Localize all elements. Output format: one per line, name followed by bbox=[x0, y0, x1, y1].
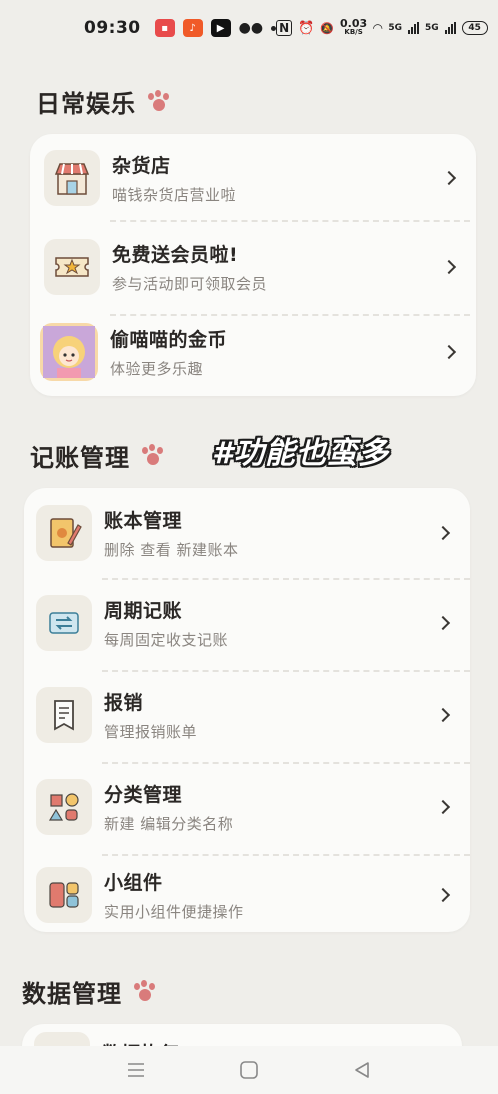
alarm-icon: ⏰ bbox=[298, 20, 315, 36]
video-app-icon: ▶ bbox=[210, 19, 231, 37]
divider bbox=[102, 670, 470, 672]
character-avatar-icon bbox=[40, 323, 98, 381]
item-subtitle: 喵钱杂货店营业啦 bbox=[112, 186, 237, 204]
system-nav-bar bbox=[0, 1046, 498, 1094]
signal-icon-1 bbox=[408, 22, 420, 34]
chevron-right-icon bbox=[435, 799, 451, 815]
list-item-ledger[interactable]: 账本管理 删除 查看 新建账本 bbox=[24, 502, 470, 564]
list-item-free-membership[interactable]: 免费送会员啦! 参与活动即可领取会员 bbox=[30, 236, 476, 298]
list-item-category[interactable]: 分类管理 新建 编辑分类名称 bbox=[24, 776, 470, 838]
chevron-right-icon bbox=[435, 707, 451, 723]
item-subtitle: 参与活动即可领取会员 bbox=[112, 275, 268, 293]
paw-icon bbox=[140, 443, 166, 468]
divider bbox=[102, 578, 470, 580]
item-title: 免费送会员啦! bbox=[112, 244, 239, 266]
reimburse-icon bbox=[36, 687, 92, 743]
item-title: 小组件 bbox=[104, 872, 163, 894]
chevron-right-icon bbox=[441, 170, 457, 186]
divider bbox=[102, 854, 470, 856]
nfc-icon: N bbox=[276, 20, 293, 36]
section-title-accounting: 记账管理 bbox=[30, 438, 166, 473]
paw-icon bbox=[146, 89, 172, 114]
section-title-text: 数据管理 bbox=[22, 980, 122, 1008]
back-button[interactable] bbox=[342, 1050, 382, 1090]
list-item-reimburse[interactable]: 报销 管理报销账单 bbox=[24, 684, 470, 746]
cycle-icon bbox=[36, 595, 92, 651]
notification-icons: ▪ ♪ ▶ ●● bbox=[154, 19, 277, 37]
divider bbox=[110, 220, 470, 222]
item-title: 报销 bbox=[104, 692, 144, 714]
net-speed-unit: KB/S bbox=[344, 28, 363, 36]
divider bbox=[110, 314, 470, 316]
ledger-icon bbox=[36, 505, 92, 561]
shop-icon bbox=[44, 150, 100, 206]
item-title: 账本管理 bbox=[104, 510, 183, 532]
network-type-2: 5G bbox=[425, 23, 439, 33]
section-title-entertainment: 日常娱乐 bbox=[36, 84, 172, 119]
network-type-1: 5G bbox=[388, 23, 403, 33]
list-item-steal-coins[interactable]: 偷喵喵的金币 体验更多乐趣 bbox=[30, 322, 476, 382]
list-item-recurring[interactable]: 周期记账 每周固定收支记账 bbox=[24, 592, 470, 654]
chevron-right-icon bbox=[435, 525, 451, 541]
chevron-right-icon bbox=[441, 259, 457, 275]
item-subtitle: 体验更多乐趣 bbox=[110, 360, 204, 378]
net-speed: 0.03 KB/S bbox=[340, 17, 368, 37]
back-icon bbox=[354, 1062, 369, 1078]
item-subtitle: 新建 编辑分类名称 bbox=[104, 815, 234, 833]
item-title: 偷喵喵的金币 bbox=[110, 329, 228, 351]
music-app-icon: ♪ bbox=[182, 19, 203, 37]
item-title: 周期记账 bbox=[104, 600, 183, 622]
chevron-right-icon bbox=[441, 344, 457, 360]
entertainment-card: 杂货店 喵钱杂货店营业啦 免费送会员啦! 参与活动即可领取会员 偷喵喵的金币 体… bbox=[30, 134, 476, 396]
wifi-icon: ◠ bbox=[373, 21, 383, 35]
home-button[interactable] bbox=[229, 1050, 269, 1090]
divider bbox=[102, 762, 470, 764]
section-title-data: 数据管理 bbox=[22, 974, 158, 1009]
signal-icon-2 bbox=[444, 22, 456, 34]
menu-icon bbox=[128, 1063, 145, 1077]
chevron-right-icon bbox=[435, 615, 451, 631]
ticket-icon bbox=[44, 239, 100, 295]
mute-icon: 🔕 bbox=[320, 21, 334, 35]
item-subtitle: 管理报销账单 bbox=[104, 723, 198, 741]
net-speed-value: 0.03 bbox=[340, 17, 368, 30]
item-subtitle: 每周固定收支记账 bbox=[104, 631, 229, 649]
item-subtitle: 实用小组件便捷操作 bbox=[104, 903, 244, 921]
section-title-text: 日常娱乐 bbox=[36, 90, 136, 118]
app-notification-icon: ▪ bbox=[154, 19, 175, 37]
item-subtitle: 删除 查看 新建账本 bbox=[104, 541, 239, 559]
item-title: 分类管理 bbox=[104, 784, 183, 806]
system-indicators: N ⏰ 🔕 0.03 KB/S ◠ 5G 5G 45 bbox=[276, 17, 488, 37]
widget-icon bbox=[36, 867, 92, 923]
status-bar: 09:30 ▪ ♪ ▶ ●● N ⏰ 🔕 0.03 KB/S ◠ 5G 5G 4… bbox=[0, 0, 498, 56]
overlay-caption: #功能也蛮多 bbox=[212, 436, 389, 471]
page: 09:30 ▪ ♪ ▶ ●● N ⏰ 🔕 0.03 KB/S ◠ 5G 5G 4… bbox=[0, 0, 498, 1094]
status-time: 09:30 bbox=[84, 18, 141, 38]
list-item-widget[interactable]: 小组件 实用小组件便捷操作 bbox=[24, 864, 470, 926]
accounting-card: 账本管理 删除 查看 新建账本 周期记账 每周固定收支记账 报销 管理报销账单 … bbox=[24, 488, 470, 932]
menu-button[interactable] bbox=[116, 1050, 156, 1090]
home-icon bbox=[240, 1061, 258, 1079]
battery-icon: 45 bbox=[461, 21, 488, 35]
list-item-shop[interactable]: 杂货店 喵钱杂货店营业啦 bbox=[30, 148, 476, 208]
wechat-icon: ●● bbox=[238, 20, 264, 36]
category-icon bbox=[36, 779, 92, 835]
chevron-right-icon bbox=[435, 887, 451, 903]
paw-icon bbox=[132, 979, 158, 1004]
item-title: 杂货店 bbox=[112, 155, 171, 177]
section-title-text: 记账管理 bbox=[30, 444, 130, 472]
